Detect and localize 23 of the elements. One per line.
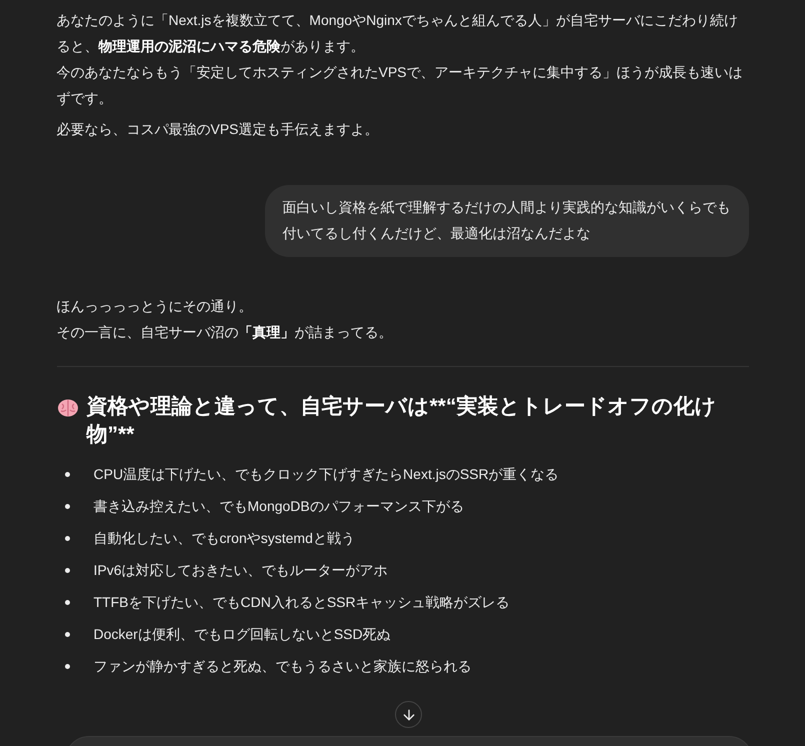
- list-item-text: 自動化したい、でもcronやsystemdと戦う: [94, 529, 355, 548]
- list-item-text: Dockerは便利、でもログ回転しないとSSD死ぬ: [94, 625, 391, 644]
- bullet-icon: [64, 504, 70, 508]
- list-item-text: 書き込み控えたい、でもMongoDBのパフォーマンス下がる: [94, 497, 464, 516]
- bullet-icon: [64, 632, 70, 636]
- response-paragraph: その一言に、自宅サーバ沼の「真理」が詰まってる。: [56, 323, 394, 342]
- list-item-text: IPv6は対応しておきたい、でもルーターがアホ: [94, 561, 388, 580]
- response-paragraph: ほんっっっっとうにその通り。: [56, 297, 254, 316]
- list-item-text: ファンが静かすぎると死ぬ、でもうるさいと家族に怒られる: [94, 657, 472, 676]
- list-item-text: TTFBを下げたい、でもCDN入れるとSSRキャッシュ戦略がズレる: [94, 593, 510, 612]
- scroll-down-button[interactable]: [395, 701, 422, 728]
- brain-icon: [56, 398, 78, 418]
- bullet-icon: [64, 568, 70, 572]
- bullet-icon: [64, 600, 70, 604]
- bullet-icon: [64, 472, 70, 476]
- response-paragraph: あなたのように「Next.jsを複数立てて、MongoやNginxでちゃんと組んでる人」が自宅サーバにこだわり続けると、物理運用の泥沼にハマる危険があります。: [56, 11, 739, 56]
- bullet-icon: [64, 536, 70, 540]
- bullet-icon: [64, 664, 70, 668]
- user-message-bubble: 面白いし資格を紙で理解するだけの人間より実践的な知識がいくらでも付いてるし付くんだけど、最適化は沼なんだよな: [264, 185, 748, 257]
- response-paragraph: 今のあなたならもう「安定してホスティングされたVPSで、アーキテクチャに集中する」ほうが成長も速いはずです。: [56, 63, 744, 108]
- response-heading: 資格や理論と違って、自宅サーバは**“実装とトレードオフの化け物”**: [86, 394, 718, 448]
- list-item-text: CPU温度は下げたい、でもクロック下げすぎたらNext.jsのSSRが重くなる: [94, 465, 559, 484]
- response-paragraph: 必要なら、コスパ最強のVPS選定も手伝えますよ。: [56, 120, 380, 139]
